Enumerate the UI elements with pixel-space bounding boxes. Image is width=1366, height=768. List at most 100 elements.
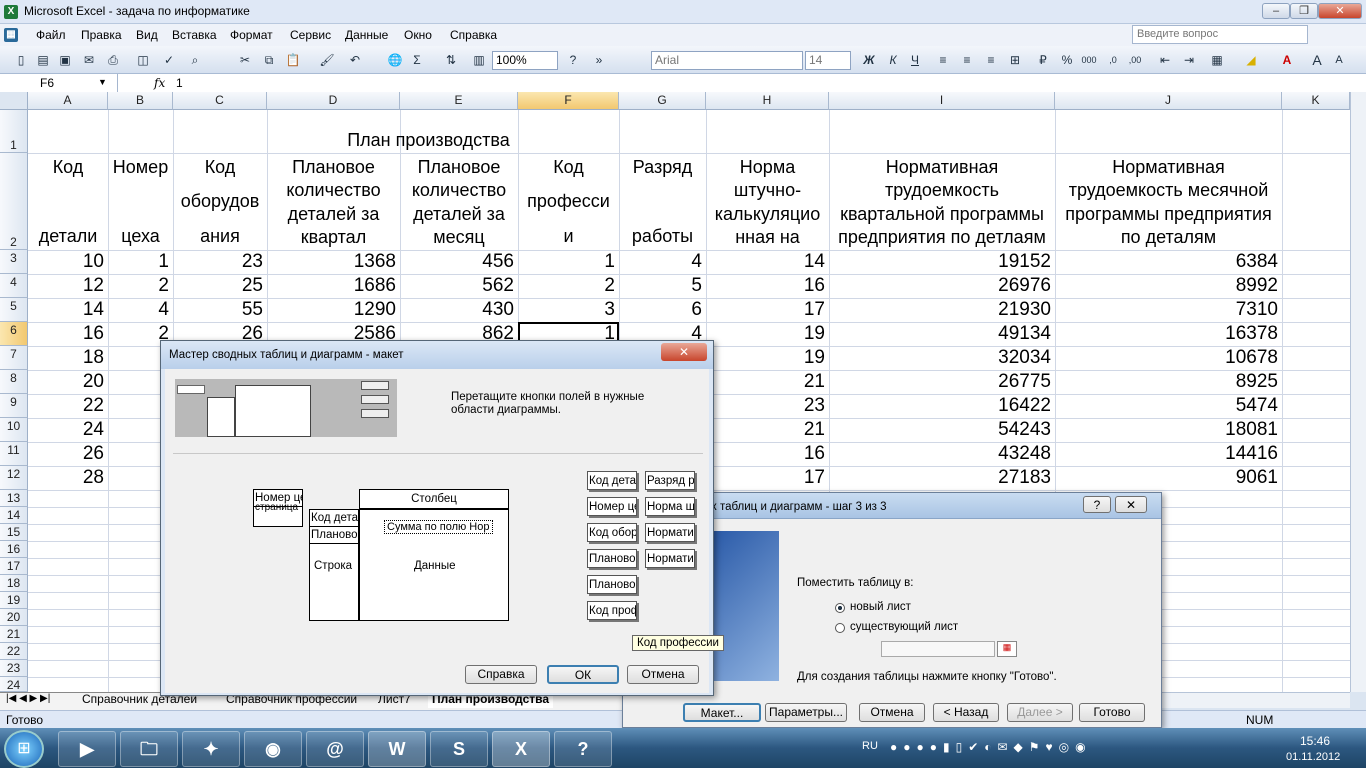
cell-col-a-r5[interactable]: 14	[28, 298, 108, 322]
menu-help[interactable]: Справка	[450, 28, 497, 42]
field-button-detail-code[interactable]: Код дета	[587, 471, 637, 490]
cell-col-j-r9[interactable]: 5474	[1055, 394, 1282, 418]
paste-icon[interactable]: 📋	[284, 51, 302, 69]
cell-col-i-r5[interactable]: 21930	[829, 298, 1055, 322]
autosum-icon[interactable]: Σ	[408, 51, 426, 69]
app-icon[interactable]: ✦	[182, 731, 240, 767]
next-button[interactable]: Далее >	[1007, 703, 1073, 722]
increase-decimal-icon[interactable]: ,0	[1104, 51, 1122, 69]
field-button-profession-code[interactable]: Код проф	[587, 601, 637, 620]
row-header-6[interactable]: 6	[0, 322, 28, 346]
row-header-19[interactable]: 19	[0, 592, 28, 609]
cell-col-h-r8[interactable]: 21	[706, 370, 829, 394]
chrome-icon[interactable]: ◉	[244, 731, 302, 767]
help-center-icon[interactable]: ?	[554, 731, 612, 767]
finish-button[interactable]: Готово	[1079, 703, 1145, 722]
row-header-11[interactable]: 11	[0, 442, 28, 466]
ok-button[interactable]: ОК	[547, 665, 619, 684]
cell-col-h-r6[interactable]: 19	[706, 322, 829, 346]
row-field-button-2[interactable]: Плановое	[310, 527, 358, 544]
row-header-1[interactable]: 1	[0, 110, 28, 153]
cell-col-b-r5[interactable]: 4	[108, 298, 173, 322]
cell-col-a-r7[interactable]: 18	[28, 346, 108, 370]
chart-wizard-icon[interactable]: ▥	[470, 51, 488, 69]
cell-col-i-r9[interactable]: 16422	[829, 394, 1055, 418]
menu-insert[interactable]: Вставка	[172, 28, 217, 42]
header-cell-col-j[interactable]: Нормативная трудоемкость месячной программ…	[1055, 153, 1282, 250]
cell-col-j-r5[interactable]: 7310	[1055, 298, 1282, 322]
zoom-select[interactable]: 100%	[492, 51, 558, 70]
options-button[interactable]: Параметры...	[765, 703, 847, 722]
help-button[interactable]: Справка	[465, 665, 537, 684]
cell-col-c-r5[interactable]: 55	[173, 298, 267, 322]
cell-col-f-r5[interactable]: 3	[518, 298, 619, 322]
cell-col-j-r6[interactable]: 16378	[1055, 322, 1282, 346]
column-header-b[interactable]: B	[108, 92, 173, 110]
column-header-i[interactable]: I	[829, 92, 1055, 110]
align-left-icon[interactable]: ≡	[934, 51, 952, 69]
cell-col-h-r12[interactable]: 17	[706, 466, 829, 490]
cell-col-e-r3[interactable]: 456	[400, 250, 518, 274]
cell-col-d-r5[interactable]: 1290	[267, 298, 400, 322]
row-header-2[interactable]: 2	[0, 153, 28, 250]
cell-col-h-r9[interactable]: 23	[706, 394, 829, 418]
row-header-10[interactable]: 10	[0, 418, 28, 442]
cell-col-e-r4[interactable]: 562	[400, 274, 518, 298]
merge-icon[interactable]: ⊞	[1006, 51, 1024, 69]
decrease-decimal-icon[interactable]: ,00	[1126, 51, 1144, 69]
font-select[interactable]: Arial	[651, 51, 803, 70]
select-all[interactable]	[0, 92, 28, 110]
align-center-icon[interactable]: ≡	[958, 51, 976, 69]
minimize-button[interactable]: –	[1262, 3, 1290, 19]
hyperlink-icon[interactable]: 🌐	[386, 51, 404, 69]
cell-col-i-r10[interactable]: 54243	[829, 418, 1055, 442]
menu-edit[interactable]: Правка	[81, 28, 122, 42]
column-header-f[interactable]: F	[518, 92, 619, 110]
mail-agent-icon[interactable]: @	[306, 731, 364, 767]
chevron-down-icon[interactable]: ▼	[98, 77, 107, 87]
row-header-14[interactable]: 14	[0, 507, 28, 524]
format-painter-icon[interactable]: 🖌	[318, 51, 336, 69]
undo-icon[interactable]: ↶	[346, 51, 364, 69]
field-button-planned-quarter[interactable]: Плановое	[587, 549, 637, 568]
menu-window[interactable]: Окно	[404, 28, 432, 42]
cell-col-h-r7[interactable]: 19	[706, 346, 829, 370]
tray-icons[interactable]: ●●●●▮▯✔◐✉◆⚑♥◎◉	[890, 740, 1092, 754]
row-header-7[interactable]: 7	[0, 346, 28, 370]
spelling-icon[interactable]: ✓	[160, 51, 178, 69]
back-button[interactable]: < Назад	[933, 703, 999, 722]
radio-new-sheet[interactable]	[835, 603, 845, 613]
row-drop-area[interactable]: Код дета Плановое Строка	[309, 509, 359, 621]
workbook-icon[interactable]: ▦	[4, 28, 18, 42]
cell-col-h-r10[interactable]: 21	[706, 418, 829, 442]
fill-color-icon[interactable]: ◢	[1242, 51, 1260, 69]
percent-icon[interactable]: %	[1058, 51, 1076, 69]
field-button-equipment-code[interactable]: Код обор	[587, 523, 637, 542]
cell-col-g-r3[interactable]: 4	[619, 250, 706, 274]
open-icon[interactable]: ▤	[34, 51, 52, 69]
thousands-icon[interactable]: 000	[1080, 51, 1098, 69]
underline-icon[interactable]: Ч	[906, 51, 924, 69]
restore-button[interactable]: ❐	[1290, 3, 1318, 19]
row-header-18[interactable]: 18	[0, 575, 28, 592]
header-cell-col-c[interactable]: Код оборудов ания	[173, 153, 267, 250]
column-drop-area[interactable]: Столбец	[359, 489, 509, 509]
radio-existing-sheet[interactable]	[835, 623, 845, 633]
cell-col-i-r7[interactable]: 32034	[829, 346, 1055, 370]
outdent-icon[interactable]: ⇤	[1156, 51, 1174, 69]
cell-col-h-r3[interactable]: 14	[706, 250, 829, 274]
preview-icon[interactable]: ◫	[134, 51, 152, 69]
header-cell-col-e[interactable]: Плановое количество деталей за месяц	[400, 153, 518, 250]
save-icon[interactable]: ▣	[56, 51, 74, 69]
cell-col-j-r4[interactable]: 8992	[1055, 274, 1282, 298]
cell-col-j-r12[interactable]: 9061	[1055, 466, 1282, 490]
menu-data[interactable]: Данные	[345, 28, 388, 42]
header-cell-col-d[interactable]: Плановое количество деталей за квартал	[267, 153, 400, 250]
cell-col-j-r10[interactable]: 18081	[1055, 418, 1282, 442]
cell-col-a-r3[interactable]: 10	[28, 250, 108, 274]
cell-col-f-r4[interactable]: 2	[518, 274, 619, 298]
cell-col-j-r8[interactable]: 8925	[1055, 370, 1282, 394]
cell-col-h-r11[interactable]: 16	[706, 442, 829, 466]
cell-col-b-r4[interactable]: 2	[108, 274, 173, 298]
data-drop-area[interactable]: Сумма по полю Нор Данные	[359, 509, 509, 621]
